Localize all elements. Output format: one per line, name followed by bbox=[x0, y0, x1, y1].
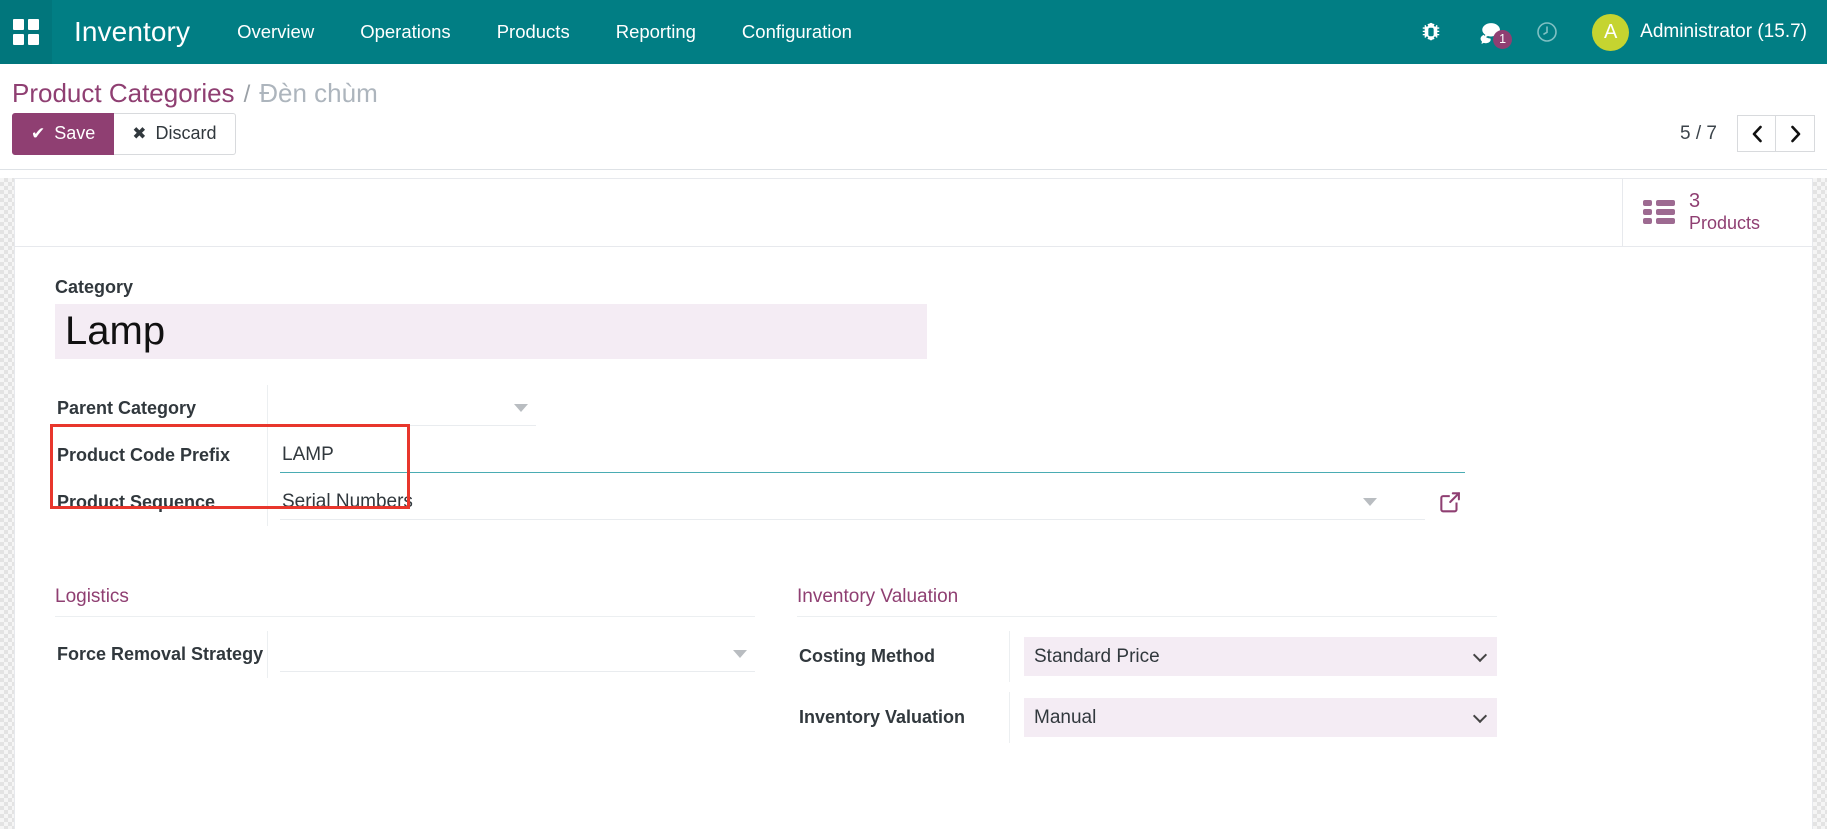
activities-button[interactable] bbox=[1518, 20, 1576, 44]
parent-category-input[interactable] bbox=[280, 390, 536, 426]
field-row-costing-method: Costing Method Standard PriceFirst In Fi… bbox=[797, 630, 1497, 682]
stat-button-label: Products bbox=[1689, 213, 1761, 234]
inventory-valuation-select[interactable]: ManualAutomated bbox=[1024, 697, 1497, 737]
control-panel-actions: ✔ Save ✖ Discard 5 / 7 bbox=[0, 113, 1827, 169]
category-name-input[interactable] bbox=[55, 303, 927, 359]
stat-button-products[interactable]: 3 Products bbox=[1622, 178, 1812, 246]
group-title-logistics: Logistics bbox=[55, 586, 755, 617]
user-name-label: Administrator (15.7) bbox=[1640, 21, 1807, 42]
messages-badge: 1 bbox=[1493, 29, 1513, 49]
pager-next-button[interactable] bbox=[1776, 115, 1815, 153]
category-title-block: Category bbox=[55, 277, 1772, 359]
form-view-background: 3 Products Category Parent Category bbox=[0, 177, 1827, 829]
product-sequence-external-link-button[interactable] bbox=[1435, 487, 1465, 517]
top-navbar: Inventory Overview Operations Products R… bbox=[0, 0, 1827, 64]
avatar: A bbox=[1592, 13, 1630, 51]
breadcrumb-separator: / bbox=[243, 81, 251, 108]
debug-menu-button[interactable] bbox=[1403, 21, 1459, 43]
form-groups: Logistics Force Removal Strategy Invento… bbox=[55, 586, 1772, 743]
group-title-inventory-valuation: Inventory Valuation bbox=[797, 586, 1497, 617]
field-row-inventory-valuation: Inventory Valuation ManualAutomated bbox=[797, 691, 1497, 743]
nav-item-reporting[interactable]: Reporting bbox=[593, 0, 719, 64]
chevron-left-icon bbox=[1752, 125, 1762, 143]
discard-button[interactable]: ✖ Discard bbox=[114, 113, 236, 155]
bug-icon bbox=[1422, 22, 1440, 41]
stat-button-box: 3 Products bbox=[15, 178, 1812, 247]
breadcrumb-root-link[interactable]: Product Categories bbox=[12, 78, 235, 109]
navbar-menu: Overview Operations Products Reporting C… bbox=[214, 0, 875, 64]
user-menu-button[interactable]: A Administrator (15.7) bbox=[1592, 13, 1807, 51]
breadcrumb-current: Đèn chùm bbox=[259, 78, 378, 108]
field-row-parent-category: Parent Category bbox=[55, 384, 1465, 432]
product-code-prefix-field[interactable] bbox=[280, 437, 1465, 473]
costing-method-label: Costing Method bbox=[799, 645, 935, 666]
group-inventory-valuation: Inventory Valuation Costing Method Stand… bbox=[797, 586, 1497, 743]
category-field-label: Category bbox=[55, 276, 134, 297]
force-removal-strategy-input[interactable] bbox=[280, 636, 755, 672]
chevron-right-icon bbox=[1790, 125, 1800, 143]
nav-item-operations[interactable]: Operations bbox=[337, 0, 474, 64]
main-field-group: Parent Category Product Code Prefix LAMP… bbox=[55, 384, 1465, 526]
stat-button-value: 3 bbox=[1689, 190, 1701, 213]
pager: 5 / 7 bbox=[1680, 115, 1815, 153]
navbar-systray: 1 A Administrator (15.7) bbox=[1403, 0, 1827, 64]
field-row-product-code-prefix: Product Code Prefix bbox=[55, 431, 1465, 479]
form-body: Category Parent Category bbox=[15, 247, 1812, 743]
pager-previous-button[interactable] bbox=[1737, 115, 1776, 153]
save-button-label: Save bbox=[54, 123, 96, 143]
parent-category-field[interactable] bbox=[280, 390, 536, 426]
control-panel: Product Categories / Đèn chùm ✔ Save ✖ D… bbox=[0, 64, 1827, 170]
list-icon bbox=[1643, 200, 1675, 225]
app-brand-inventory[interactable]: Inventory bbox=[52, 16, 214, 48]
external-link-icon bbox=[1440, 492, 1460, 513]
check-icon: ✔ bbox=[31, 123, 46, 143]
product-sequence-label: Product Sequence bbox=[57, 491, 216, 512]
product-code-prefix-input[interactable] bbox=[280, 437, 1465, 473]
messages-button[interactable]: 1 bbox=[1459, 20, 1518, 49]
field-row-force-removal-strategy: Force Removal Strategy bbox=[55, 630, 755, 678]
clock-icon bbox=[1537, 22, 1557, 42]
apps-grid-icon bbox=[13, 19, 39, 45]
product-sequence-field[interactable] bbox=[280, 484, 1425, 520]
save-button[interactable]: ✔ Save bbox=[12, 113, 115, 155]
force-removal-strategy-field[interactable] bbox=[280, 636, 755, 672]
nav-item-configuration[interactable]: Configuration bbox=[719, 0, 875, 64]
product-sequence-input[interactable] bbox=[280, 484, 1425, 520]
product-code-prefix-label: Product Code Prefix bbox=[57, 444, 231, 465]
inventory-valuation-label: Inventory Valuation bbox=[799, 706, 966, 727]
field-row-product-sequence: Product Sequence bbox=[55, 478, 1465, 526]
pager-count: 5 / 7 bbox=[1680, 122, 1717, 144]
costing-method-select[interactable]: Standard PriceFirst In First Out (FIFO)A… bbox=[1024, 636, 1497, 676]
sheet-right-gutter bbox=[1813, 177, 1827, 829]
nav-item-products[interactable]: Products bbox=[474, 0, 593, 64]
nav-item-overview[interactable]: Overview bbox=[214, 0, 337, 64]
apps-menu-button[interactable] bbox=[0, 0, 52, 64]
pager-buttons bbox=[1737, 115, 1815, 153]
discard-button-label: Discard bbox=[155, 123, 217, 143]
force-removal-strategy-label: Force Removal Strategy bbox=[57, 643, 264, 664]
sheet-left-gutter bbox=[0, 177, 14, 829]
form-sheet: 3 Products Category Parent Category bbox=[14, 177, 1813, 829]
parent-category-label: Parent Category bbox=[57, 397, 197, 418]
x-icon: ✖ bbox=[132, 123, 147, 143]
breadcrumb: Product Categories / Đèn chùm bbox=[0, 64, 1827, 113]
group-logistics: Logistics Force Removal Strategy bbox=[55, 586, 755, 743]
